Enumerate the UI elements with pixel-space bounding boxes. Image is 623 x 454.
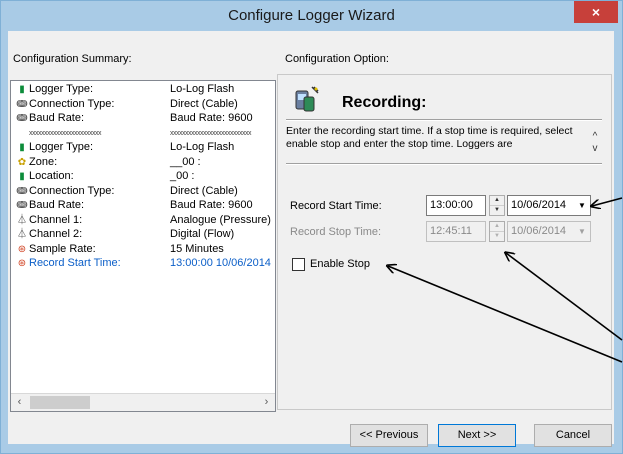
configuration-summary-list[interactable]: ▮ Logger Type: Lo-Log Flash ↈ Connection Typ… [10,80,276,412]
scroll-up-icon[interactable]: ^ [588,131,602,143]
summary-key: Location: [29,170,74,182]
summary-key: Channel 1: [29,213,83,226]
enable-stop-label[interactable]: Enable Stop [310,258,370,270]
summary-row[interactable]: ⏃ Channel 1: Analogue (Pressure) [15,214,275,229]
spin-up-icon[interactable]: ▲ [490,222,504,232]
zone-icon: ✿ [17,156,27,168]
logger-icon: ▮ [19,84,25,95]
summary-row[interactable]: ↈ Connection Type: Direct (Cable) [15,185,275,200]
summary-key: Connection Type: [29,97,115,110]
enable-stop-checkbox[interactable] [292,258,305,271]
summary-value: Analogue (Pressure) [170,213,271,226]
logger-icon: ▮ [19,142,25,153]
summary-row[interactable]: ▮ Logger Type: Lo-Log Flash [15,141,275,156]
summary-value: Baud Rate: 9600 [170,199,253,211]
record-stop-time-label: Record Stop Time: [290,226,382,238]
summary-value: Lo-Log Flash [170,83,235,95]
summary-row[interactable]: ↈ Baud Rate: Baud Rate: 9600 [15,112,275,127]
summary-value: __00 : [170,155,201,168]
summary-row[interactable]: ⏃ Channel 2: Digital (Flow) [15,228,275,243]
channel-icon: ⏃ [17,229,27,240]
cable-icon: ↈ [16,113,28,124]
dropdown-arrow-icon[interactable]: ▼ [575,197,589,214]
scroll-left-icon[interactable]: ‹ [11,394,28,411]
summary-label: Configuration Summary: [13,53,132,65]
spin-up-icon[interactable]: ▲ [490,196,504,206]
spin-down-icon[interactable]: ▼ [490,206,504,215]
summary-key: xxxxxxxxxxxxxxxxxxxxxxxx [29,129,102,137]
scroll-thumb[interactable] [30,396,90,409]
summary-value: Baud Rate: 9600 [170,112,253,124]
summary-row[interactable]: ↈ Baud Rate: Baud Rate: 9600 [15,199,275,214]
option-label: Configuration Option: [285,53,389,65]
description-divider [286,163,602,165]
window-title: Configure Logger Wizard [228,7,395,24]
summary-key: Baud Rate: [29,112,85,124]
channel-icon: ⏃ [17,214,27,226]
start-time-input[interactable]: 13:00:00 [426,195,486,216]
summary-key: Zone: [29,155,58,168]
clock-icon: ⊛ [17,243,27,255]
summary-value: xxxxxxxxxxxxxxxxxxxxxxxxxxx [170,129,252,137]
spin-down-icon[interactable]: ▼ [490,232,504,241]
scroll-right-icon[interactable]: › [258,394,275,411]
record-start-time-label: Record Start Time: [290,200,382,212]
summary-row[interactable]: ⊛ Sample Rate: 15 Minutes [15,243,275,258]
stop-date-picker[interactable]: 10/06/2014 ▼ [507,221,591,242]
summary-row[interactable]: xxxxxxxxxxxxxxxxxxxxxxxx xxxxxxxxxxxxxxxx… [15,127,275,142]
summary-key: Sample Rate: [29,242,96,255]
start-date-value: 10/06/2014 [511,199,567,211]
title-bar: Configure Logger Wizard × [1,1,622,31]
summary-row[interactable]: ⊛ Record Start Time: 13:00:00 10/06/2014 [15,257,275,272]
summary-key: Record Start Time: [29,257,121,269]
stop-time-spinner[interactable]: ▲ ▼ [489,221,505,242]
summary-value: _00 : [170,170,195,182]
summary-row[interactable]: ✿ Zone: __00 : [15,156,275,171]
scroll-down-icon[interactable]: v [588,143,602,155]
configuration-option-panel: Recording: Enter the recording start tim… [277,74,612,410]
summary-value: Lo-Log Flash [170,141,235,153]
summary-key: Connection Type: [29,184,115,197]
summary-value: Digital (Flow) [170,228,235,240]
summary-value: 13:00:00 10/06/2014 [170,257,271,269]
summary-row[interactable]: ▮ Location: _00 : [15,170,275,185]
description-scroll[interactable]: ^ v [588,131,602,155]
dropdown-arrow-icon[interactable]: ▼ [575,223,589,240]
start-date-picker[interactable]: 10/06/2014 ▼ [507,195,591,216]
summary-value: 15 Minutes [170,242,224,255]
recording-heading: Recording: [342,94,427,111]
start-time-spinner[interactable]: ▲ ▼ [489,195,505,216]
previous-button[interactable]: << Previous [350,424,428,447]
recording-icon [295,86,319,112]
cable-icon: ↈ [16,98,28,110]
summary-row[interactable]: ↈ Connection Type: Direct (Cable) [15,98,275,113]
summary-key: Logger Type: [29,141,94,153]
recording-description: Enter the recording start time. If a sto… [286,125,573,150]
summary-key: Channel 2: [29,228,83,240]
stop-date-value: 10/06/2014 [511,225,567,237]
cable-icon: ↈ [16,200,28,211]
next-button[interactable]: Next >> [438,424,516,447]
summary-key: Logger Type: [29,83,94,95]
summary-value: Direct (Cable) [170,184,238,197]
horizontal-scrollbar[interactable]: ‹ › [11,393,275,411]
cable-icon: ↈ [16,185,28,197]
location-icon: ▮ [19,171,25,182]
heading-divider [286,119,602,121]
cancel-button[interactable]: Cancel [534,424,612,447]
close-button[interactable]: × [574,1,618,23]
summary-rows: ▮ Logger Type: Lo-Log Flash ↈ Connection Typ… [15,83,275,419]
clock-icon: ⊛ [17,258,27,269]
stop-time-input[interactable]: 12:45:11 [426,221,486,242]
summary-key: Baud Rate: [29,199,85,211]
summary-row[interactable]: ▮ Logger Type: Lo-Log Flash [15,83,275,98]
summary-value: Direct (Cable) [170,97,238,110]
